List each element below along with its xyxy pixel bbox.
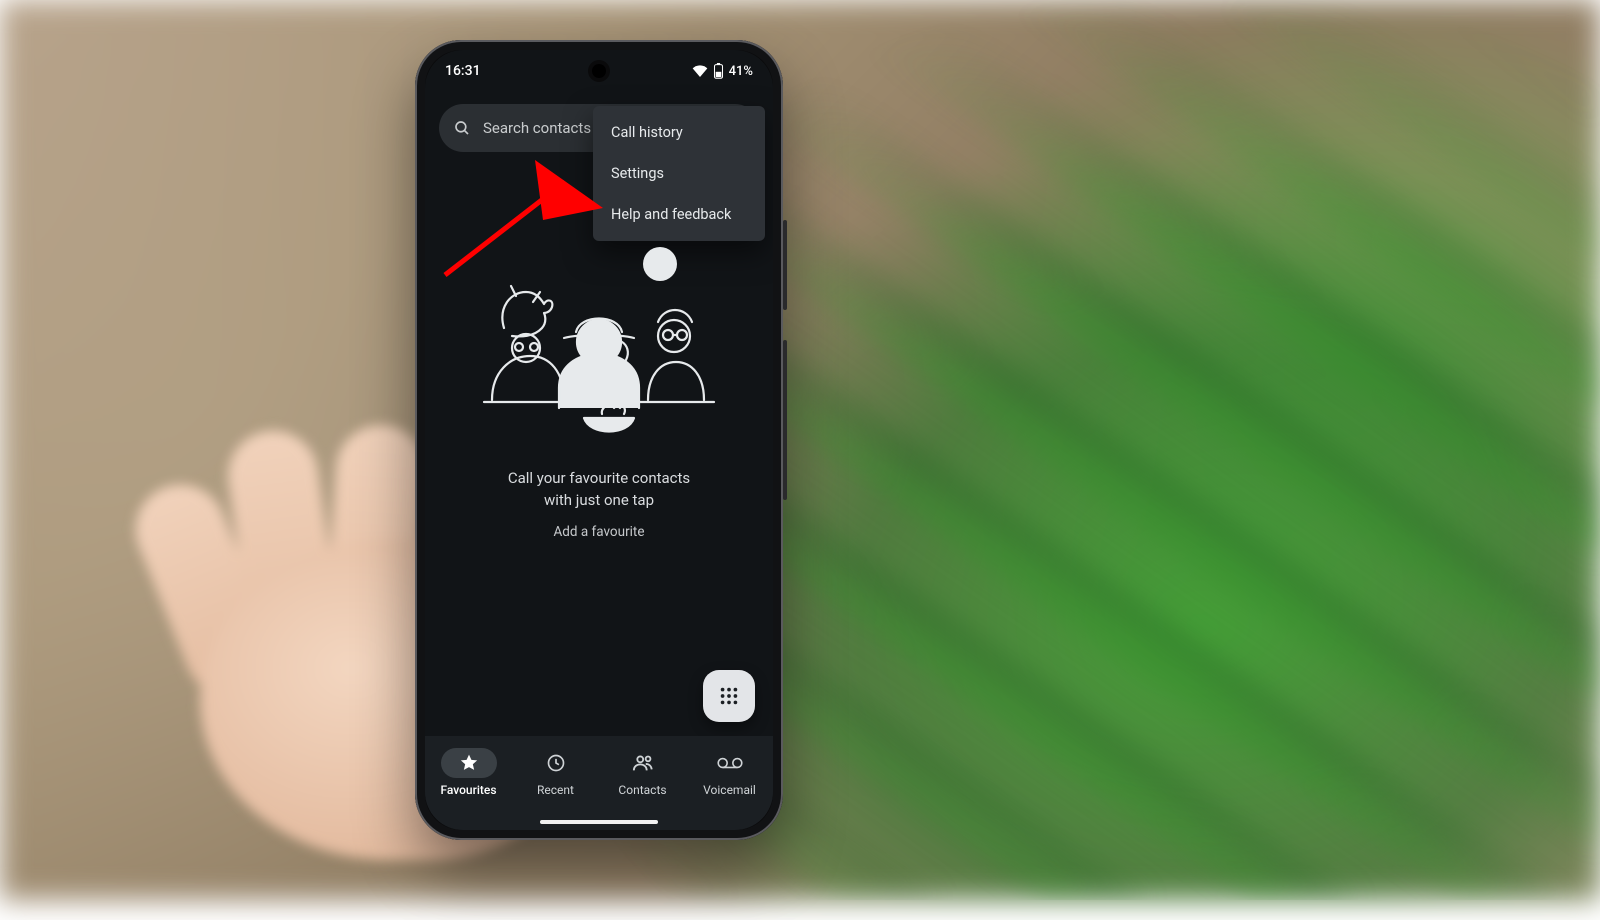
nav-label-recent: Recent — [537, 783, 574, 797]
empty-state-line2: with just one tap — [425, 490, 773, 512]
menu-item-call-history[interactable]: Call history — [593, 112, 765, 153]
status-bar: 16:31 41% — [425, 50, 773, 92]
wifi-icon — [692, 65, 708, 77]
nav-item-voicemail[interactable]: Voicemail — [686, 748, 773, 797]
star-icon — [459, 753, 479, 773]
menu-item-settings[interactable]: Settings — [593, 153, 765, 194]
nav-label-favourites: Favourites — [440, 783, 496, 797]
gesture-handle[interactable] — [540, 820, 658, 824]
status-right: 41% — [692, 63, 753, 79]
nav-item-contacts[interactable]: Contacts — [599, 748, 686, 797]
nav-label-voicemail: Voicemail — [703, 783, 756, 797]
contacts-icon — [632, 753, 654, 773]
favourites-illustration — [464, 240, 734, 450]
empty-state-line1: Call your favourite contacts — [425, 468, 773, 490]
nav-item-favourites[interactable]: Favourites — [425, 748, 512, 797]
status-time: 16:31 — [445, 63, 481, 79]
dialpad-icon — [718, 685, 740, 707]
clock-icon — [546, 753, 566, 773]
voicemail-icon — [717, 756, 743, 770]
status-battery-text: 41% — [729, 64, 753, 79]
phone-frame: 16:31 41% Search contacts Call history S… — [415, 40, 783, 840]
bottom-nav: Favourites Recent Contacts Voicemail — [425, 736, 773, 830]
empty-state-message: Call your favourite contacts with just o… — [425, 468, 773, 512]
dialpad-fab[interactable] — [703, 670, 755, 722]
search-icon — [453, 119, 471, 137]
add-favourite-button[interactable]: Add a favourite — [425, 524, 773, 540]
nav-item-recent[interactable]: Recent — [512, 748, 599, 797]
overflow-menu: Call history Settings Help and feedback — [593, 106, 765, 241]
battery-icon — [713, 63, 724, 79]
nav-label-contacts: Contacts — [618, 783, 666, 797]
menu-item-help-feedback[interactable]: Help and feedback — [593, 194, 765, 235]
phone-screen: 16:31 41% Search contacts Call history S… — [425, 50, 773, 830]
search-placeholder: Search contacts — [483, 119, 591, 137]
